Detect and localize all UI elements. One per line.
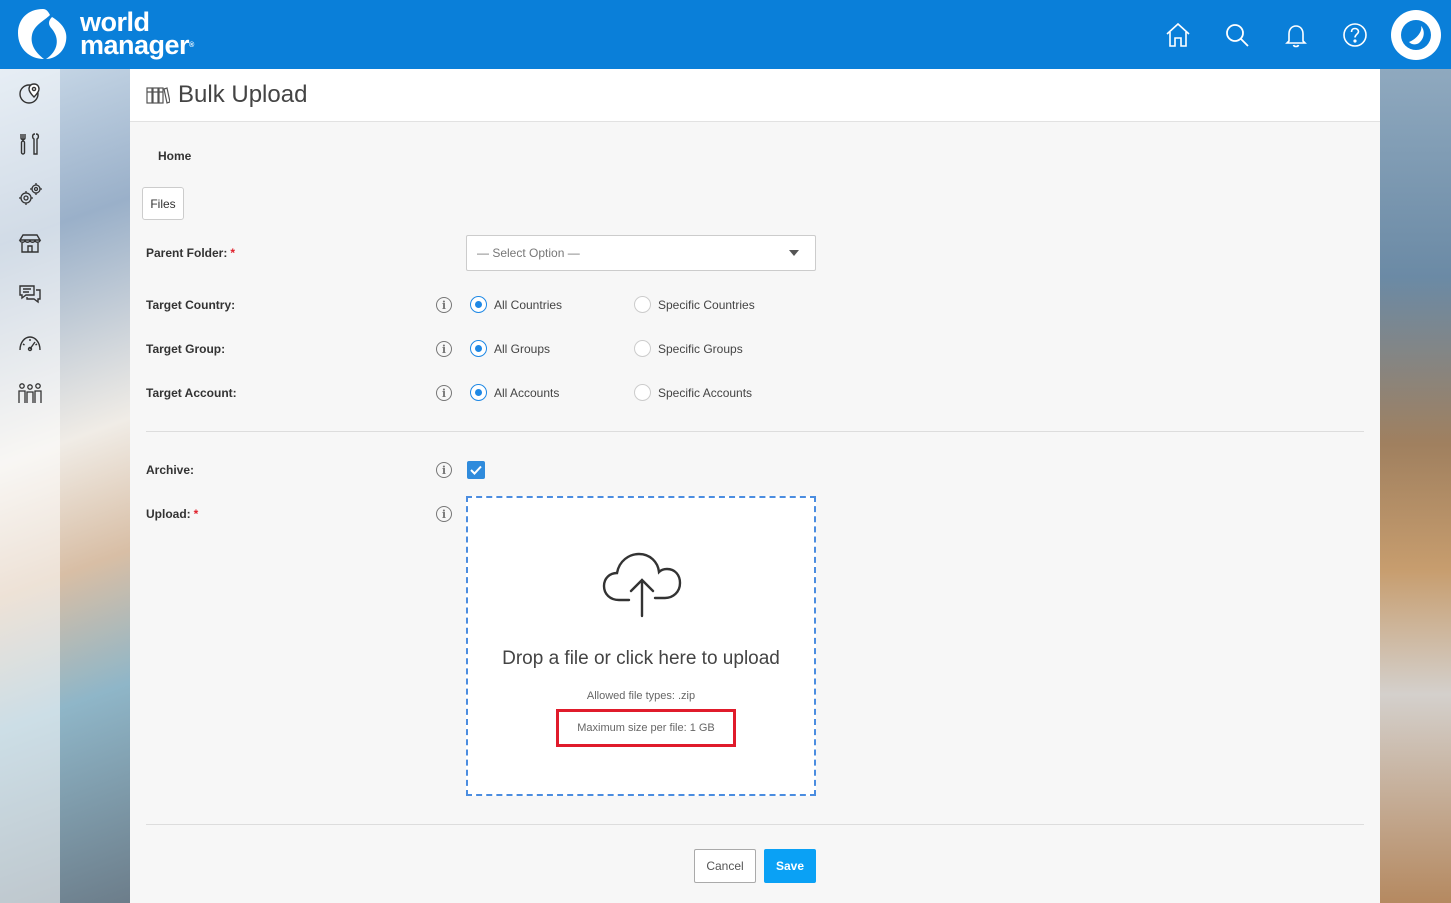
breadcrumb-home[interactable]: Home [158,149,191,163]
home-icon[interactable] [1158,15,1198,55]
radio-label: Specific Groups [658,341,743,356]
save-button[interactable]: Save [764,849,816,883]
radio-label: Specific Accounts [658,385,753,400]
chevron-down-icon [789,250,799,256]
cancel-button[interactable]: Cancel [694,849,756,883]
bell-icon[interactable] [1276,15,1316,55]
binders-icon [146,87,170,104]
parent-folder-label-text: Parent Folder: [146,246,228,260]
background-photo-right [1380,69,1451,903]
target-country-label: Target Country: [146,298,236,312]
radio-indicator [470,296,487,313]
sidebar [0,69,60,903]
upload-dropzone[interactable]: Drop a file or click here to upload Allo… [466,496,816,796]
radio-all-groups[interactable]: All Groups [470,340,550,357]
archive-checkbox[interactable] [467,461,485,479]
parent-folder-select[interactable]: — Select Option — [466,235,816,271]
radio-label: All Countries [494,297,563,312]
map-pin-icon[interactable] [0,69,60,119]
info-icon[interactable]: i [436,506,452,522]
section-divider [146,431,1364,432]
brand-registered-mark: ® [189,42,194,49]
upload-label-text: Upload: [146,507,191,521]
top-nav [1139,0,1451,69]
info-icon[interactable]: i [436,462,452,478]
page-title: Bulk Upload [178,81,308,108]
required-marker: * [193,507,199,521]
info-icon[interactable]: i [436,297,452,313]
gears-icon[interactable] [0,169,60,219]
page-header: Bulk Upload [130,69,1380,122]
upload-label: Upload: * [146,507,198,521]
avatar[interactable] [1391,9,1441,60]
radio-indicator [634,384,651,401]
files-button[interactable]: Files [142,187,184,220]
info-icon[interactable]: i [436,385,452,401]
radio-indicator [470,340,487,357]
help-icon[interactable] [1335,15,1375,55]
footer-divider [146,824,1364,825]
people-icon[interactable] [0,369,60,419]
chat-icon[interactable] [0,269,60,319]
radio-label: All Accounts [494,385,560,400]
parent-folder-placeholder: — Select Option — [477,246,580,260]
main-panel: Bulk Upload Home Files Parent Folder: * —… [130,69,1380,903]
brand-line-2: manager [80,30,190,60]
brand-wordmark: world manager® [80,9,194,60]
archive-label: Archive: [146,463,195,477]
radio-indicator [634,296,651,313]
radio-indicator [634,340,651,357]
store-icon[interactable] [0,219,60,269]
radio-all-accounts[interactable]: All Accounts [470,384,559,401]
avatar-swoosh-icon [1401,19,1431,50]
dropzone-title: Drop a file or click here to upload [502,648,780,669]
info-icon[interactable]: i [436,341,452,357]
radio-label: Specific Countries [658,297,755,312]
allowed-file-types: Allowed file types: .zip [586,690,696,702]
speedometer-icon[interactable] [0,319,60,369]
max-file-size: Maximum size per file: 1 GB [556,709,736,747]
tools-icon[interactable] [0,119,60,169]
check-icon [470,465,482,475]
radio-specific-groups[interactable]: Specific Groups [634,340,743,357]
parent-folder-label: Parent Folder: * [146,246,235,260]
radio-indicator [470,384,487,401]
target-account-label: Target Account: [146,386,237,400]
radio-specific-countries[interactable]: Specific Countries [634,296,755,313]
radio-specific-accounts[interactable]: Specific Accounts [634,384,752,401]
radio-all-countries[interactable]: All Countries [470,296,562,313]
required-marker: * [230,246,236,260]
radio-label: All Groups [494,341,551,356]
brand-logo[interactable]: world manager® [14,6,194,62]
search-icon[interactable] [1217,15,1257,55]
top-bar: world manager® [0,0,1451,69]
target-group-label: Target Group: [146,342,226,356]
brand-swoosh-icon [18,9,67,59]
cloud-upload-icon [602,552,682,618]
